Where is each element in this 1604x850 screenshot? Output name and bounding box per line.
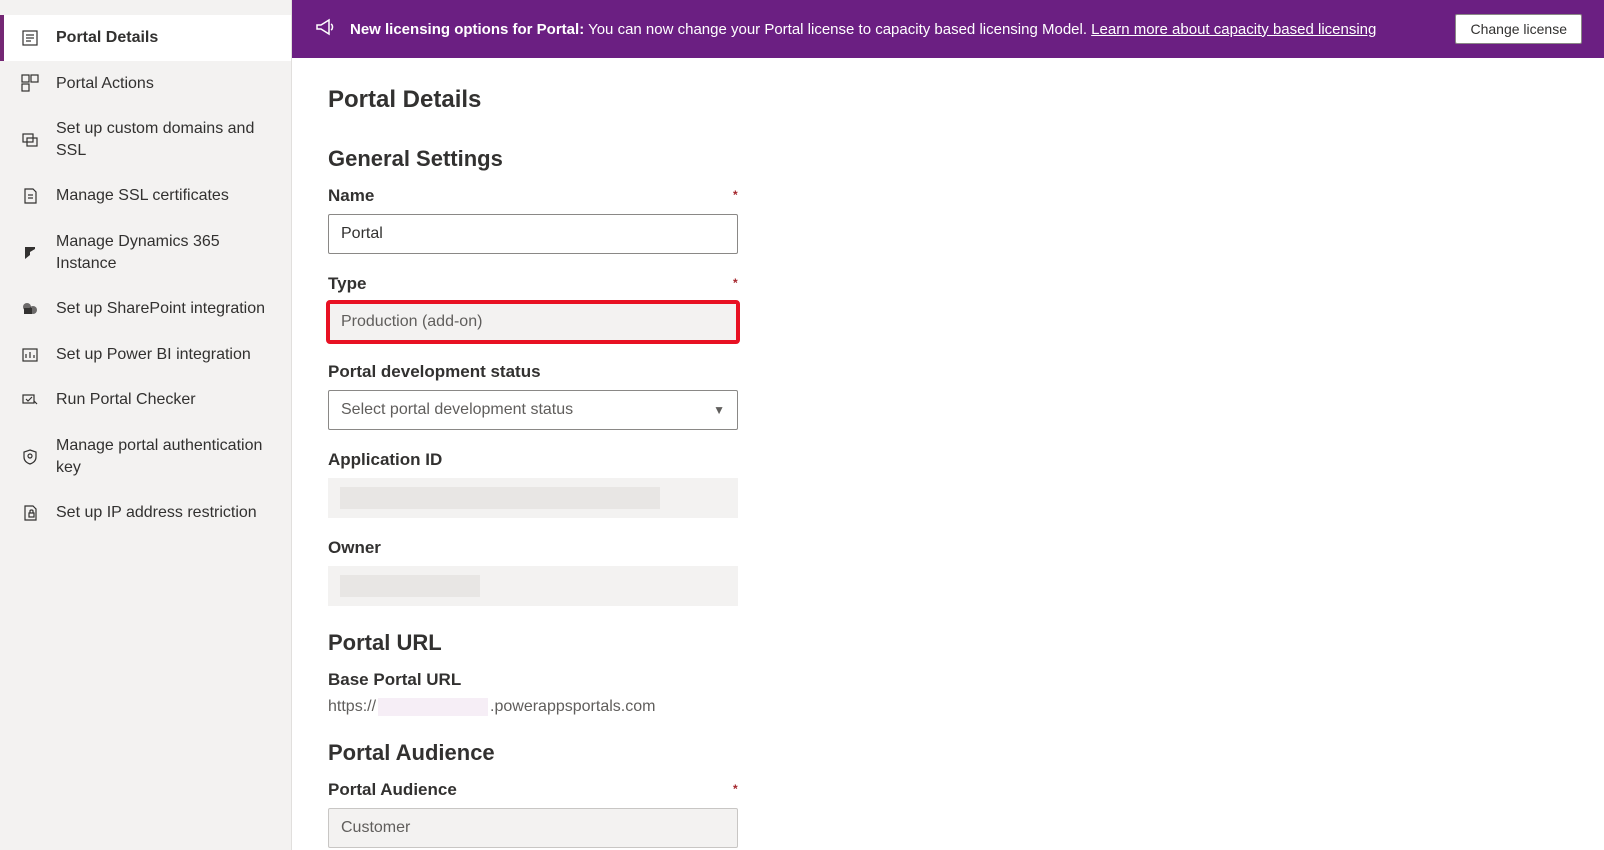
audience-label: Portal Audience *: [328, 780, 1568, 800]
nav-label: Run Portal Checker: [56, 389, 275, 411]
redacted-value: [340, 487, 660, 509]
nav-sharepoint[interactable]: Set up SharePoint integration: [0, 286, 291, 332]
nav-ip-restriction[interactable]: Set up IP address restriction: [0, 490, 291, 536]
section-general-title: General Settings: [328, 146, 1568, 172]
nav-label: Manage portal authentication key: [56, 435, 275, 478]
form-group-type: Type * Production (add-on): [328, 274, 1568, 342]
nav-label: Portal Details: [56, 27, 275, 49]
nav-auth-key[interactable]: Manage portal authentication key: [0, 423, 291, 490]
dev-status-select[interactable]: Select portal development status ▼: [328, 390, 738, 430]
banner-prefix: New licensing options for Portal:: [350, 21, 584, 38]
base-url-label: Base Portal URL: [328, 670, 1568, 690]
redacted-value: [340, 575, 480, 597]
nav-ssl-certificates[interactable]: Manage SSL certificates: [0, 173, 291, 219]
megaphone-icon: [314, 16, 336, 42]
checker-icon: [20, 390, 40, 410]
banner-body: You can now change your Portal license t…: [584, 21, 1091, 38]
nav-label: Set up SharePoint integration: [56, 298, 275, 320]
page-title: Portal Details: [328, 86, 1568, 114]
required-icon: *: [733, 782, 738, 796]
nav-label: Set up Power BI integration: [56, 344, 275, 366]
shield-icon: [20, 447, 40, 467]
type-field-highlighted: Production (add-on): [328, 302, 738, 342]
audience-value: Customer: [341, 819, 410, 837]
ip-restriction-icon: [20, 503, 40, 523]
sidebar-nav: Portal Details Portal Actions Set up cus…: [0, 0, 292, 850]
nav-portal-details[interactable]: Portal Details: [0, 15, 291, 61]
sharepoint-icon: [20, 299, 40, 319]
form-group-base-url: Base Portal URL https:// .powerappsporta…: [328, 670, 1568, 716]
banner-link[interactable]: Learn more about capacity based licensin…: [1091, 21, 1376, 38]
main-area: New licensing options for Portal: You ca…: [292, 0, 1604, 850]
nav-label: Set up custom domains and SSL: [56, 118, 275, 161]
domains-icon: [20, 130, 40, 150]
actions-icon: [20, 73, 40, 93]
nav-label: Manage Dynamics 365 Instance: [56, 231, 275, 274]
details-icon: [20, 28, 40, 48]
app-id-label: Application ID: [328, 450, 1568, 470]
nav-label: Portal Actions: [56, 73, 275, 95]
nav-label: Set up IP address restriction: [56, 502, 275, 524]
nav-label: Manage SSL certificates: [56, 185, 275, 207]
name-input[interactable]: [328, 214, 738, 254]
banner-text: New licensing options for Portal: You ca…: [350, 21, 1395, 38]
section-audience-title: Portal Audience: [328, 740, 1568, 766]
name-label: Name *: [328, 186, 1568, 206]
required-icon: *: [733, 188, 738, 202]
app-id-field: [328, 478, 738, 518]
url-suffix: .powerappsportals.com: [490, 698, 655, 716]
dev-status-label: Portal development status: [328, 362, 1568, 382]
type-label: Type *: [328, 274, 1568, 294]
required-icon: *: [733, 276, 738, 290]
dynamics-icon: [20, 243, 40, 263]
form-group-app-id: Application ID: [328, 450, 1568, 518]
form-group-dev-status: Portal development status Select portal …: [328, 362, 1568, 430]
base-url-value: https:// .powerappsportals.com: [328, 698, 1568, 716]
form-group-name: Name *: [328, 186, 1568, 254]
audience-field: Customer: [328, 808, 738, 848]
nav-powerbi[interactable]: Set up Power BI integration: [0, 332, 291, 378]
section-url-title: Portal URL: [328, 630, 1568, 656]
change-license-button[interactable]: Change license: [1455, 14, 1582, 44]
certificates-icon: [20, 186, 40, 206]
content-scroll[interactable]: Portal Details General Settings Name * T…: [292, 58, 1604, 850]
owner-label: Owner: [328, 538, 1568, 558]
form-group-owner: Owner: [328, 538, 1568, 606]
redacted-subdomain: [378, 698, 488, 716]
type-value: Production (add-on): [341, 313, 482, 331]
url-prefix: https://: [328, 698, 376, 716]
powerbi-icon: [20, 345, 40, 365]
form-group-audience: Portal Audience * Customer: [328, 780, 1568, 848]
dev-status-placeholder: Select portal development status: [341, 401, 573, 419]
nav-portal-checker[interactable]: Run Portal Checker: [0, 377, 291, 423]
owner-field: [328, 566, 738, 606]
nav-custom-domains[interactable]: Set up custom domains and SSL: [0, 106, 291, 173]
licensing-banner: New licensing options for Portal: You ca…: [292, 0, 1604, 58]
nav-dynamics-instance[interactable]: Manage Dynamics 365 Instance: [0, 219, 291, 286]
nav-portal-actions[interactable]: Portal Actions: [0, 61, 291, 107]
chevron-down-icon: ▼: [713, 403, 725, 417]
